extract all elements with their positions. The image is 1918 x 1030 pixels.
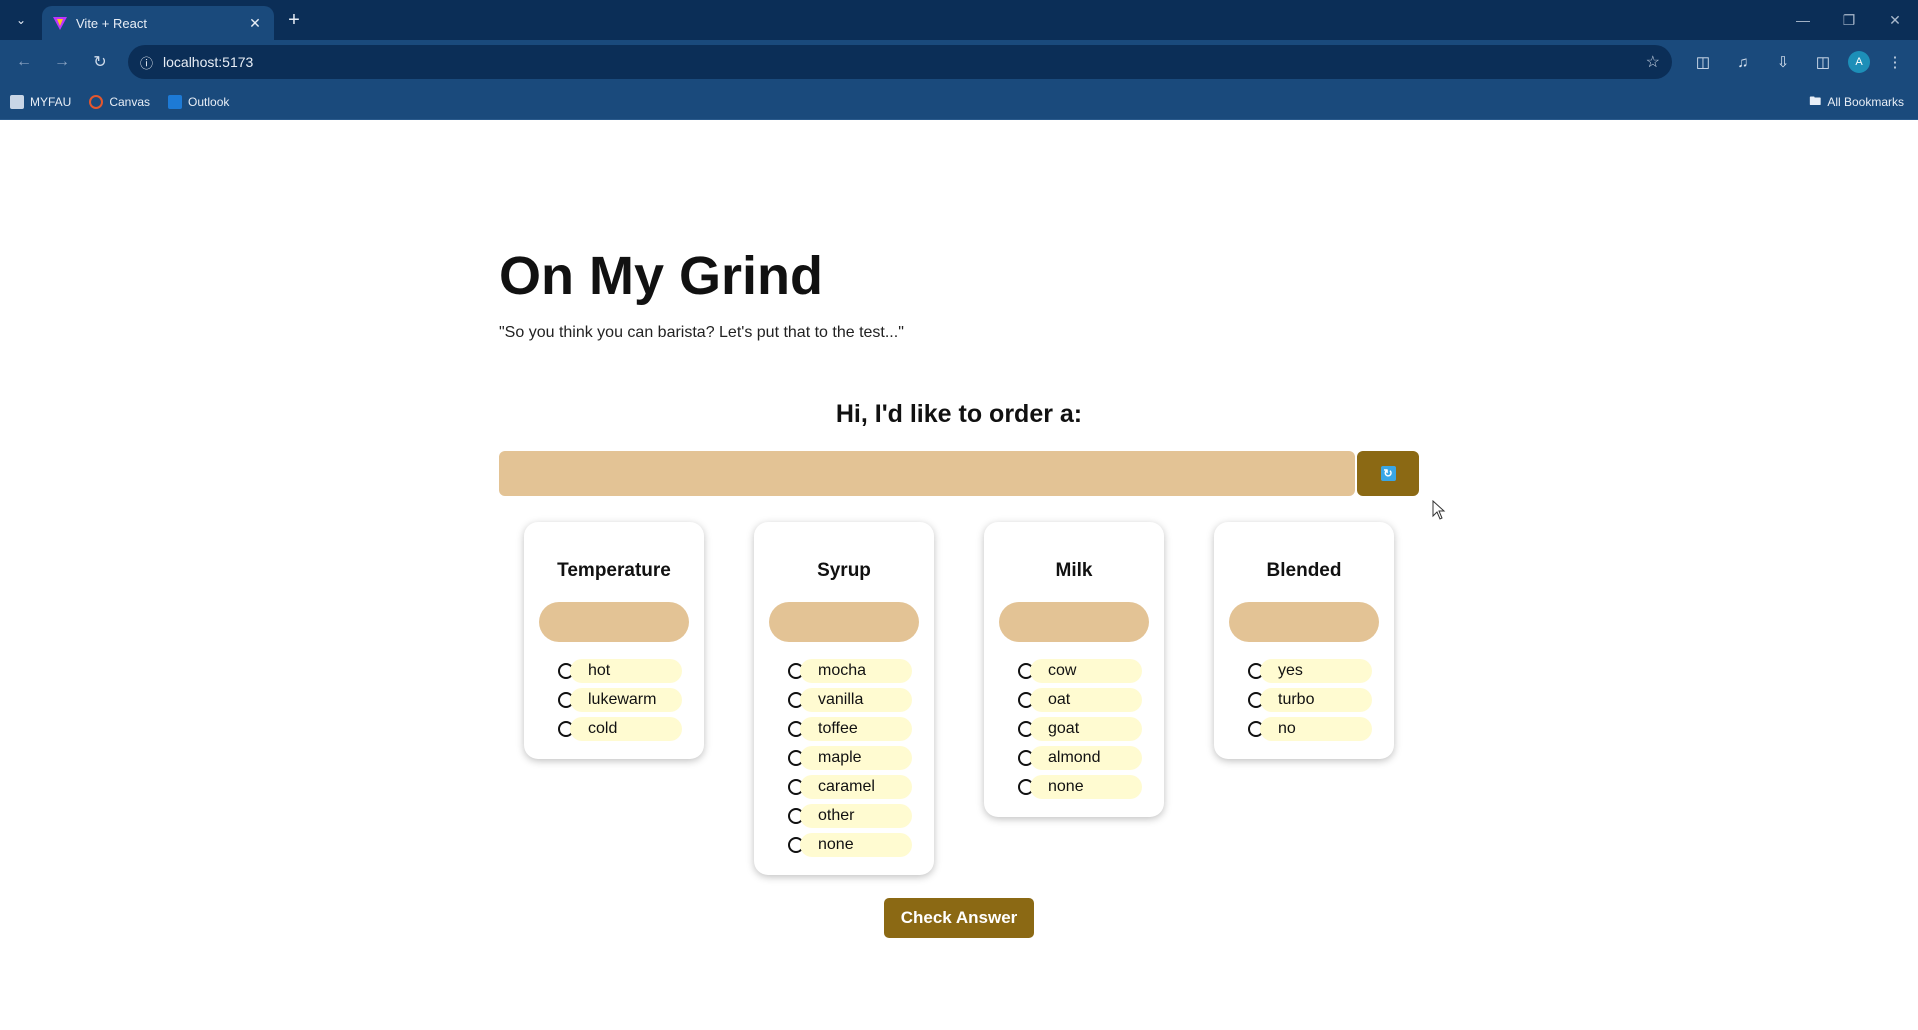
category-title: Blended — [1266, 560, 1342, 581]
category-card-blended: Blended yes turbo no — [1214, 522, 1394, 759]
folder-icon: 🖿 — [1809, 93, 1822, 108]
option-row[interactable]: cold — [558, 714, 704, 743]
tab-search-icon[interactable]: ⌄ — [4, 3, 38, 37]
minimize-icon[interactable]: — — [1780, 0, 1826, 40]
order-prompt: Hi, I'd like to order a: — [835, 400, 1083, 428]
option-row[interactable]: caramel — [788, 772, 934, 801]
close-window-icon[interactable]: ✕ — [1872, 0, 1918, 40]
option-row[interactable]: mocha — [788, 656, 934, 685]
option-row[interactable]: oat — [1018, 685, 1164, 714]
toolbar-icons: ◫ ♫ ⇩ ◫ A ⋮ — [1688, 47, 1910, 77]
bookmark-star-icon[interactable]: ☆ — [1646, 52, 1660, 72]
bookmarks-bar: MYFAU Canvas Outlook 🖿 All Bookmarks — [0, 84, 1918, 120]
tab-title: Vite + React — [76, 15, 147, 31]
menu-kebab-icon[interactable]: ⋮ — [1880, 47, 1910, 77]
side-panel-icon[interactable]: ◫ — [1808, 47, 1838, 77]
extensions-icon[interactable]: ◫ — [1688, 47, 1718, 77]
all-bookmarks-label: All Bookmarks — [1827, 95, 1904, 109]
option-label[interactable]: none — [800, 832, 912, 857]
back-icon[interactable]: ← — [8, 46, 40, 78]
option-row[interactable]: lukewarm — [558, 685, 704, 714]
tab-close-icon[interactable]: ✕ — [246, 15, 264, 32]
refresh-icon: ↻ — [1380, 466, 1396, 481]
option-row[interactable]: maple — [788, 743, 934, 772]
option-row[interactable]: none — [1018, 772, 1164, 801]
option-row[interactable]: vanilla — [788, 685, 934, 714]
browser-toolbar: ← → ↻ ⓘ localhost:5173 ☆ ◫ ♫ ⇩ ◫ A ⋮ — [0, 40, 1918, 84]
page-content: On My Grind "So you think you can barist… — [0, 120, 1918, 1030]
option-label[interactable]: goat — [1030, 716, 1142, 741]
outlook-favicon-icon — [168, 94, 183, 109]
tab-active[interactable]: Vite + React ✕ — [42, 6, 274, 40]
answer-drop-slot[interactable] — [999, 602, 1149, 642]
option-label[interactable]: cow — [1030, 658, 1142, 683]
option-label[interactable]: mocha — [800, 658, 912, 683]
option-label[interactable]: almond — [1030, 745, 1142, 770]
option-label[interactable]: yes — [1260, 658, 1372, 683]
option-label[interactable]: lukewarm — [570, 687, 682, 712]
category-title: Temperature — [557, 560, 671, 581]
option-row[interactable]: other — [788, 801, 934, 830]
site-info-icon[interactable]: ⓘ — [140, 53, 153, 72]
canvas-favicon-icon — [89, 94, 104, 109]
option-label[interactable]: none — [1030, 774, 1142, 799]
tab-strip: ⌄ Vite + React ✕ + — ❐ ✕ — [0, 0, 1918, 40]
option-label[interactable]: caramel — [800, 774, 912, 799]
answer-drop-slot[interactable] — [539, 602, 689, 642]
option-row[interactable]: yes — [1248, 656, 1394, 685]
browser-chrome: ⌄ Vite + React ✕ + — ❐ ✕ ← → ↻ ⓘ localho… — [0, 0, 1918, 120]
answer-drop-slot[interactable] — [1229, 602, 1379, 642]
category-card-milk: Milk cow oat goat almond none — [984, 522, 1164, 817]
option-row[interactable]: no — [1248, 714, 1394, 743]
page-title: On My Grind — [499, 246, 823, 306]
bookmark-label: Canvas — [109, 94, 151, 109]
option-label[interactable]: cold — [570, 716, 682, 741]
option-row[interactable]: turbo — [1248, 685, 1394, 714]
option-label[interactable]: toffee — [800, 716, 912, 741]
option-row[interactable]: goat — [1018, 714, 1164, 743]
myfau-favicon-icon — [10, 94, 24, 109]
option-row[interactable]: hot — [558, 656, 704, 685]
option-row[interactable]: cow — [1018, 656, 1164, 685]
category-card-temperature: Temperature hot lukewarm cold — [524, 522, 704, 759]
option-row[interactable]: almond — [1018, 743, 1164, 772]
bookmark-label: Outlook — [188, 94, 230, 109]
option-label[interactable]: other — [800, 803, 912, 828]
bookmark-canvas[interactable]: Canvas — [89, 94, 151, 109]
answer-drop-slot[interactable] — [769, 602, 919, 642]
profile-avatar[interactable]: A — [1848, 51, 1870, 73]
tagline: "So you think you can barista? Let's put… — [499, 324, 904, 341]
all-bookmarks[interactable]: 🖿 All Bookmarks — [1809, 84, 1904, 120]
bookmark-outlook[interactable]: Outlook — [168, 94, 230, 109]
check-answer-button[interactable]: Check Answer — [884, 898, 1034, 938]
order-display-bar — [499, 451, 1355, 496]
address-bar[interactable]: ⓘ localhost:5173 ☆ — [128, 45, 1672, 79]
bookmark-label: MYFAU — [30, 94, 72, 109]
mouse-cursor-icon — [1432, 500, 1446, 520]
bookmark-myfau[interactable]: MYFAU — [10, 94, 72, 109]
restore-icon[interactable]: ❐ — [1826, 0, 1872, 40]
forward-icon[interactable]: → — [46, 46, 78, 78]
option-label[interactable]: oat — [1030, 687, 1142, 712]
window-controls: — ❐ ✕ — [1780, 0, 1918, 40]
downloads-icon[interactable]: ⇩ — [1768, 47, 1798, 77]
media-controls-icon[interactable]: ♫ — [1728, 47, 1758, 77]
option-label[interactable]: maple — [800, 745, 912, 770]
option-label[interactable]: hot — [570, 658, 682, 683]
reload-icon[interactable]: ↻ — [84, 46, 116, 78]
option-row[interactable]: toffee — [788, 714, 934, 743]
option-label[interactable]: turbo — [1260, 687, 1372, 712]
option-label[interactable]: no — [1260, 716, 1372, 741]
option-label[interactable]: vanilla — [800, 687, 912, 712]
new-order-button[interactable]: ↻ — [1357, 451, 1419, 496]
category-title: Syrup — [817, 560, 871, 581]
vite-favicon-icon — [53, 17, 67, 30]
category-title: Milk — [1055, 560, 1093, 581]
category-card-syrup: Syrup mocha vanilla toffee maple caramel… — [754, 522, 934, 875]
new-tab-button[interactable]: + — [280, 6, 308, 34]
url-text: localhost:5173 — [163, 54, 254, 70]
option-row[interactable]: none — [788, 830, 934, 859]
